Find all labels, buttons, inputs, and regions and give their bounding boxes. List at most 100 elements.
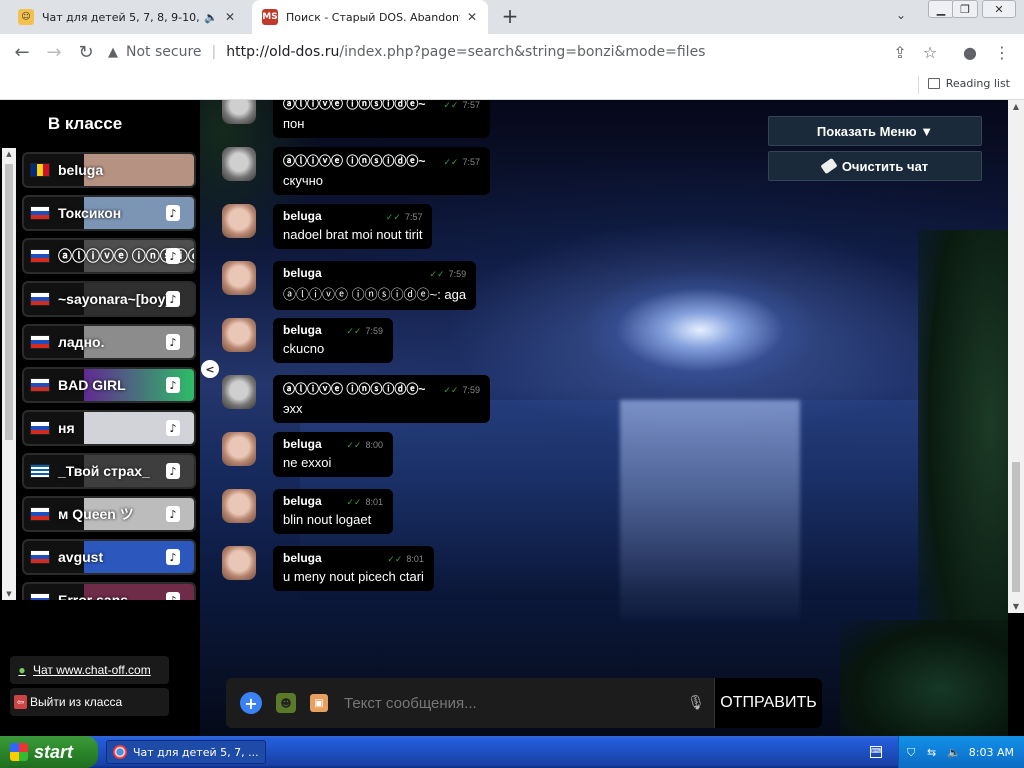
tab-search-chevron-icon[interactable]: ⌄ — [896, 8, 906, 22]
microphone-icon[interactable]: 🎙 — [686, 695, 706, 711]
profile-avatar-icon[interactable]: ● — [956, 34, 984, 70]
music-note-icon[interactable]: ♪ — [166, 248, 180, 264]
message-time-value: 7:57 — [462, 100, 480, 110]
sidebar-user-item[interactable]: beluga — [22, 152, 196, 188]
add-attachment-icon[interactable]: + — [240, 692, 262, 714]
music-note-icon[interactable]: ♪ — [166, 205, 180, 221]
user-list: beluga Токсикон♪ ⓐⓛⓘⓥⓔ ⓘⓝⓢⓘⓓⓔ♪ ~sayonara~[b… — [22, 152, 196, 600]
chat-site-link[interactable]: ● Чат www.chat-off.com — [10, 656, 169, 684]
sidebar-title: В классе — [0, 114, 170, 134]
scroll-down-arrow-icon[interactable]: ▼ — [5, 590, 13, 598]
show-menu-button[interactable]: Показать Меню ▼ — [768, 116, 982, 146]
speaker-icon[interactable]: 🔈 — [204, 11, 218, 24]
network-icon[interactable]: ⇆ — [927, 746, 939, 758]
reading-list-button[interactable]: Reading list — [928, 77, 1010, 90]
keyboard-icon[interactable]: ⌨ — [870, 746, 882, 758]
user-avatar[interactable] — [222, 546, 256, 580]
message-author[interactable]: ⓐⓛⓘⓥⓔ ⓘⓝⓢⓘⓓⓔ~ — [283, 152, 425, 169]
collapse-sidebar-button[interactable]: < — [201, 360, 219, 378]
sidebar-user-name: ня — [58, 420, 75, 436]
user-avatar[interactable] — [222, 375, 256, 409]
sidebar-user-item[interactable]: ~sayonara~[boy]♪ — [22, 281, 196, 317]
tab-chat[interactable]: ☺ Чат для детей 5, 7, 8, 9-10, 11 🔈 ✕ — [8, 0, 246, 34]
close-window-button[interactable]: ✕ — [982, 0, 1016, 18]
sidebar-user-item[interactable]: _Твой страх_ ♪ — [22, 453, 196, 489]
sticker-icon[interactable]: ☻ — [276, 693, 296, 713]
taskbar-chrome-window[interactable]: Чат для детей 5, 7, ... — [106, 740, 266, 764]
sidebar-user-name: ~sayonara~[boy] — [58, 291, 170, 307]
user-avatar[interactable] — [222, 261, 256, 295]
kebab-menu-icon[interactable]: ⋮ — [988, 34, 1016, 70]
chat-message: ⓐⓛⓘⓥⓔ ⓘⓝⓢⓘⓓⓔ~✓✓7:57скучно — [222, 147, 490, 195]
sidebar-scrollbar[interactable]: ▲ ▼ — [2, 148, 16, 600]
leave-class-link[interactable]: ⇦ Выйти из класса — [10, 688, 169, 716]
message-bubble: beluga✓✓7:59ⓐⓛⓘⓥⓔ ⓘⓝⓢⓘⓓⓔ~: aga — [273, 261, 476, 310]
message-author[interactable]: beluga — [283, 266, 322, 280]
sidebar-user-item[interactable]: Error sans♪ — [22, 582, 196, 600]
sidebar-user-item[interactable]: ня ♪ — [22, 410, 196, 446]
sidebar-user-item[interactable]: BAD GIRL ♪ — [22, 367, 196, 403]
minimize-button[interactable]: ▁ — [928, 0, 954, 18]
user-avatar[interactable] — [222, 147, 256, 181]
sidebar-user-item[interactable]: ⓐⓛⓘⓥⓔ ⓘⓝⓢⓘⓓⓔ♪ — [22, 238, 196, 274]
close-tab-icon[interactable]: ✕ — [464, 9, 480, 25]
sidebar-user-name: _Твой страх_ — [58, 463, 150, 479]
restore-button[interactable]: ❐ — [952, 0, 978, 18]
message-author[interactable]: beluga — [283, 437, 322, 451]
message-author[interactable]: beluga — [283, 494, 322, 508]
chat-message: ⓐⓛⓘⓥⓔ ⓘⓝⓢⓘⓓⓔ~✓✓7:59эхх — [222, 375, 490, 423]
music-note-icon[interactable]: ♪ — [166, 334, 180, 350]
browser-tab-strip: ☺ Чат для детей 5, 7, 8, 9-10, 11 🔈 ✕ MS… — [0, 0, 1024, 34]
send-button[interactable]: ОТПРАВИТЬ — [714, 678, 822, 728]
volume-icon[interactable]: 🔈 — [947, 746, 959, 758]
reload-icon[interactable]: ↻ — [70, 36, 102, 68]
sidebar-scroll-thumb[interactable] — [5, 164, 13, 440]
page-scroll-thumb[interactable] — [1012, 462, 1020, 592]
close-tab-icon[interactable]: ✕ — [222, 9, 238, 25]
sidebar-user-item[interactable]: м Queen ツ♪ — [22, 496, 196, 532]
message-time-value: 7:57 — [405, 212, 423, 222]
reading-list-icon — [928, 78, 940, 89]
sidebar-user-item[interactable]: ладно.♪ — [22, 324, 196, 360]
scroll-up-arrow-icon[interactable]: ▲ — [5, 150, 13, 158]
image-upload-icon[interactable]: ▣ — [310, 694, 328, 712]
message-input[interactable] — [344, 695, 686, 712]
music-note-icon[interactable]: ♪ — [166, 592, 180, 600]
music-note-icon[interactable]: ♪ — [166, 420, 180, 436]
music-note-icon[interactable]: ♪ — [166, 377, 180, 393]
user-avatar[interactable] — [222, 204, 256, 238]
message-author[interactable]: ⓐⓛⓘⓥⓔ ⓘⓝⓢⓘⓓⓔ~ — [283, 100, 425, 112]
sidebar-user-item[interactable]: Токсикон♪ — [22, 195, 196, 231]
address-bar[interactable]: ▲ Not secure | http://old-dos.ru/index.p… — [108, 37, 948, 67]
bookmarks-divider — [918, 76, 919, 94]
user-avatar[interactable] — [222, 432, 256, 466]
music-note-icon[interactable]: ♪ — [166, 463, 180, 479]
message-author[interactable]: beluga — [283, 323, 322, 337]
back-arrow-icon[interactable]: ← — [6, 36, 38, 68]
read-check-icon: ✓✓ — [386, 212, 401, 222]
message-author[interactable]: beluga — [283, 209, 322, 223]
user-avatar[interactable] — [222, 489, 256, 523]
sidebar-user-name: BAD GIRL — [58, 377, 126, 393]
bookmark-star-icon[interactable]: ☆ — [916, 34, 944, 70]
user-avatar[interactable] — [222, 318, 256, 352]
music-note-icon[interactable]: ♪ — [166, 291, 180, 307]
sidebar-user-item[interactable]: avgust♪ — [22, 539, 196, 575]
music-note-icon[interactable]: ♪ — [166, 549, 180, 565]
security-shield-icon[interactable]: ⛉ — [907, 746, 919, 758]
user-avatar[interactable] — [222, 100, 256, 124]
message-author[interactable]: beluga — [283, 551, 322, 565]
new-tab-button[interactable]: + — [498, 4, 522, 28]
start-button[interactable]: start — [0, 736, 98, 768]
forward-arrow-icon[interactable]: → — [38, 36, 70, 68]
read-check-icon: ✓✓ — [430, 269, 445, 279]
message-author[interactable]: ⓐⓛⓘⓥⓔ ⓘⓝⓢⓘⓓⓔ~ — [283, 380, 425, 397]
tab-old-dos[interactable]: MS Поиск - Старый DOS. Abandonware ✕ — [252, 0, 488, 34]
page-scroll-up-icon[interactable]: ▲ — [1008, 102, 1024, 111]
share-icon[interactable]: ⇪ — [886, 34, 914, 70]
page-scroll-down-icon[interactable]: ▼ — [1008, 602, 1024, 611]
message-bubble: beluga✓✓8:01blin nout logaet — [273, 489, 393, 534]
music-note-icon[interactable]: ♪ — [166, 506, 180, 522]
page-scrollbar[interactable]: ▲ ▼ — [1008, 100, 1024, 613]
clear-chat-button[interactable]: Очистить чат — [768, 151, 982, 181]
